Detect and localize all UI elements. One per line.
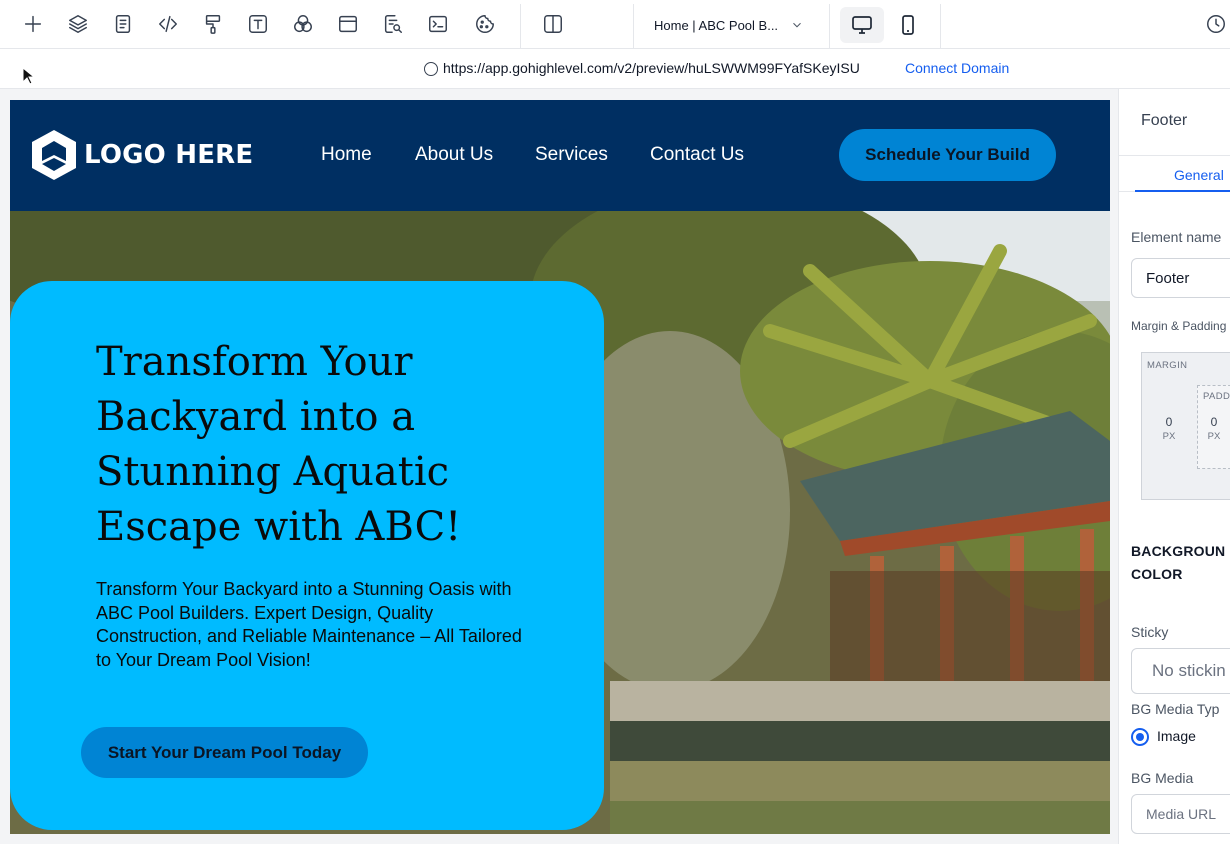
margin-left-value[interactable]: 0 xyxy=(1159,415,1179,429)
toolbar-divider xyxy=(829,4,830,48)
page-selector-label: Home | ABC Pool B... xyxy=(654,17,779,33)
padding-left-value[interactable]: 0 xyxy=(1204,415,1224,429)
mobile-icon xyxy=(902,15,914,35)
element-name-label: Element name xyxy=(1131,229,1222,245)
bg-media-type-label: BG Media Typ xyxy=(1131,701,1220,717)
paint-roller-icon[interactable] xyxy=(199,10,227,38)
nav-contact-us[interactable]: Contact Us xyxy=(650,144,744,166)
nav-home[interactable]: Home xyxy=(321,144,372,166)
desktop-view-button[interactable] xyxy=(840,7,884,43)
start-dream-pool-button[interactable]: Start Your Dream Pool Today xyxy=(81,727,368,778)
radio-image[interactable] xyxy=(1131,728,1149,746)
panel-tabs: General xyxy=(1119,155,1230,192)
site-logo[interactable]: LOGO HERE xyxy=(28,128,253,182)
radio-image-label: Image xyxy=(1157,728,1196,744)
toolbar-divider xyxy=(940,4,941,48)
margin-box[interactable]: MARGIN 0 PX PADD 0 PX xyxy=(1141,352,1230,500)
connect-domain-link[interactable]: Connect Domain xyxy=(905,60,1009,76)
page-icon[interactable] xyxy=(109,10,137,38)
editor-toolbar: Home | ABC Pool B... xyxy=(0,0,1230,49)
text-icon[interactable] xyxy=(244,10,272,38)
url-status-icon xyxy=(424,62,438,76)
hero-section[interactable]: Transform Your Backyard into a Stunning … xyxy=(10,211,1110,834)
page-selector[interactable]: Home | ABC Pool B... xyxy=(642,10,814,40)
website-preview: LOGO HERE Home About Us Services Contact… xyxy=(10,100,1110,834)
toolbar-divider xyxy=(520,4,521,48)
sticky-label: Sticky xyxy=(1131,624,1169,640)
history-icon[interactable] xyxy=(1202,10,1230,38)
desktop-icon xyxy=(852,16,872,34)
colors-icon[interactable] xyxy=(289,10,317,38)
padding-left-unit: PX xyxy=(1207,431,1221,442)
background-color-heading: BACKGROUN COLOR xyxy=(1131,540,1225,586)
tab-general-label: General xyxy=(1174,167,1224,183)
preview-url[interactable]: https://app.gohighlevel.com/v2/preview/h… xyxy=(443,60,860,76)
tab-general[interactable]: General xyxy=(1135,156,1230,192)
bg-media-label: BG Media xyxy=(1131,770,1194,786)
add-icon[interactable] xyxy=(19,10,47,38)
margin-label: MARGIN xyxy=(1147,360,1188,371)
terminal-icon[interactable] xyxy=(424,10,452,38)
nav-services[interactable]: Services xyxy=(535,144,608,166)
margin-padding-label: Margin & Padding xyxy=(1131,319,1227,333)
cookie-icon[interactable] xyxy=(471,10,499,38)
margin-left-unit: PX xyxy=(1162,431,1176,442)
layers-icon[interactable] xyxy=(64,10,92,38)
code-icon[interactable] xyxy=(154,10,182,38)
hexagon-logo-icon xyxy=(32,130,76,180)
site-header[interactable]: LOGO HERE Home About Us Services Contact… xyxy=(10,100,1110,211)
chevron-down-icon xyxy=(793,22,801,28)
mouse-cursor-icon xyxy=(22,67,36,85)
logo-text: LOGO HERE xyxy=(84,140,254,170)
panel-title: Footer xyxy=(1141,112,1188,129)
padding-box[interactable]: PADD 0 PX xyxy=(1197,385,1230,469)
nav-about-us[interactable]: About Us xyxy=(415,144,493,166)
hero-card: Transform Your Backyard into a Stunning … xyxy=(10,281,604,830)
bg-media-url-input[interactable]: Media URL xyxy=(1131,794,1230,834)
toolbar-divider xyxy=(633,4,634,48)
settings-panel: Footer General Element name Footer Margi… xyxy=(1118,89,1230,844)
background-heading-line1: BACKGROUN xyxy=(1131,543,1226,559)
split-view-icon[interactable] xyxy=(539,10,567,38)
hero-subtitle: Transform Your Backyard into a Stunning … xyxy=(96,579,522,670)
search-doc-icon[interactable] xyxy=(379,10,407,38)
padding-label: PADD xyxy=(1203,391,1230,402)
background-heading-line2: COLOR xyxy=(1131,566,1183,582)
element-name-input[interactable]: Footer xyxy=(1131,258,1230,298)
sticky-select[interactable]: No stickin xyxy=(1131,648,1230,694)
schedule-build-button[interactable]: Schedule Your Build xyxy=(839,129,1056,181)
hero-title: Transform Your Backyard into a Stunning … xyxy=(96,339,462,550)
preview-url-bar: https://app.gohighlevel.com/v2/preview/h… xyxy=(0,49,1230,89)
mobile-view-button[interactable] xyxy=(886,7,930,43)
section-icon[interactable] xyxy=(334,10,362,38)
